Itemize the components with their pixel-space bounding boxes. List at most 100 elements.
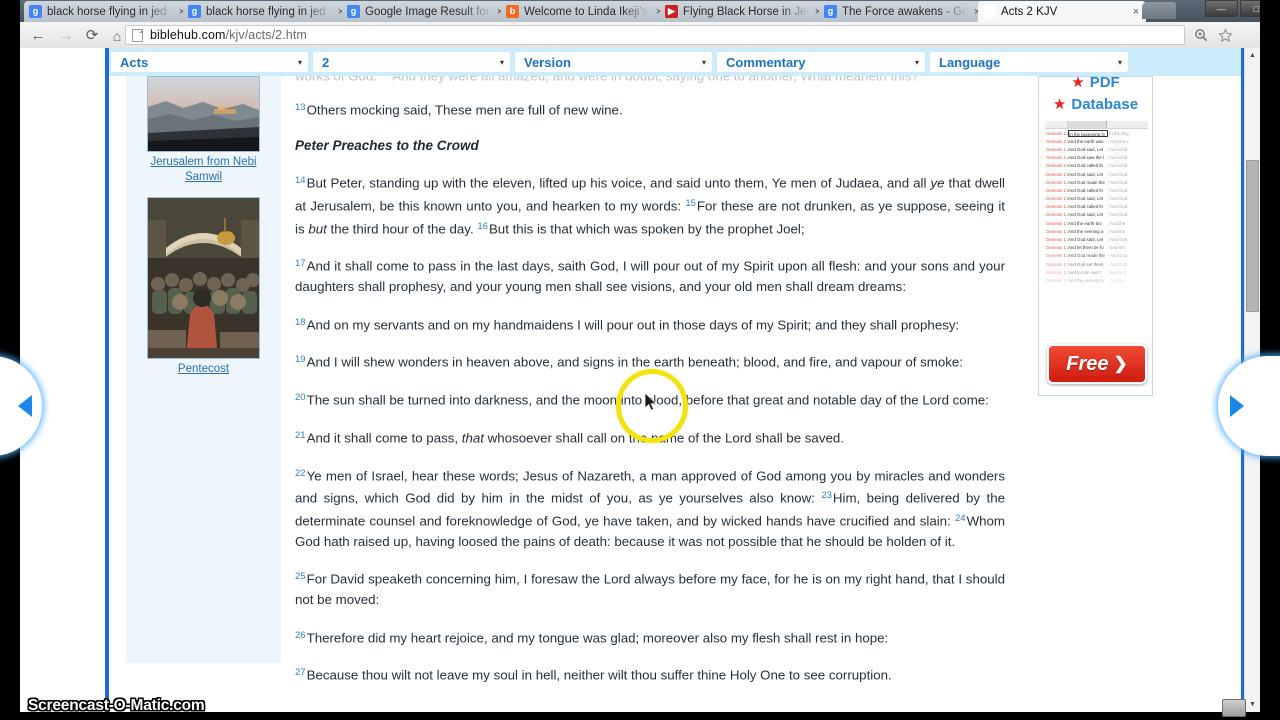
spreadsheet-preview: Genesis 1:1 In the beginning G In the beg G… (1045, 121, 1148, 301)
verse-italic: but (308, 220, 327, 236)
jerusalem-thumbnail[interactable] (147, 76, 260, 152)
browser-tab-3[interactable]: g Google Image Result for × (342, 1, 510, 22)
verse-number: 23 (821, 490, 832, 502)
spreadsheet-other: And God (1110, 146, 1128, 152)
spreadsheet-ref: Genesis 1:15 (1046, 245, 1068, 251)
verse-body: Therefore did my heart rejoice, and my t… (306, 629, 889, 645)
browser-tab-1[interactable]: g black horse flying in jed × (24, 1, 192, 22)
google-icon: g (347, 5, 360, 18)
commentary-select-label: Commentary (726, 54, 806, 70)
star-outline-icon[interactable] (1216, 26, 1234, 44)
spreadsheet-other: And the (1110, 277, 1126, 283)
sidebar-image-1[interactable]: Jerusalem from Nebi Samwil (146, 76, 261, 185)
book-select-label: Acts (120, 54, 149, 70)
verse-body: And on my servants and on my handmaidens… (306, 316, 960, 332)
spreadsheet-other: And God (1110, 212, 1128, 218)
cross-icon: ✝ (983, 5, 996, 18)
verse-body: And it shall come to pass, (306, 430, 462, 446)
tray-icon[interactable] (1222, 699, 1246, 717)
verse-body: And it shall come to pass in the last da… (295, 258, 1005, 295)
language-select[interactable]: Language ▾ (930, 52, 1128, 72)
spreadsheet-other: And God (1110, 179, 1128, 185)
spreadsheet-kjv: And God said, Let (1068, 237, 1109, 243)
version-select[interactable]: Version ▾ (515, 52, 712, 72)
verse-number: 16 (477, 220, 488, 232)
spreadsheet-ref: Genesis 1:4 (1046, 155, 1068, 161)
new-tab-button[interactable] (1142, 2, 1176, 19)
browser-tab-5[interactable]: ▶ Flying Black Horse in Jer × (660, 1, 828, 22)
tab-title: Acts 2 KJV (1001, 5, 1058, 18)
tab-title: Google Image Result for (365, 5, 490, 18)
spreadsheet-other: and to ru (1110, 269, 1128, 275)
magnifier-icon[interactable] (1192, 26, 1210, 44)
back-button[interactable]: ← (28, 26, 48, 45)
scrollbar-thumb[interactable] (1246, 160, 1259, 312)
verse-italic: that (461, 430, 484, 446)
browser-tab-6[interactable]: g The Force awakens - Goo × (819, 1, 987, 22)
google-icon: g (188, 5, 201, 18)
spreadsheet-other: and let t (1110, 245, 1126, 251)
verse-number: 18 (295, 316, 306, 328)
tab-close-icon[interactable]: × (1130, 6, 1142, 18)
spreadsheet-kjv: In the beginning G (1068, 129, 1108, 137)
verse-body: But Peter, standing up with the eleven, … (306, 175, 931, 191)
tab-strip: g black horse flying in jed × g black ho… (20, 0, 1260, 22)
browser-tab-4[interactable]: b Welcome to Linda Ikeji's × (501, 1, 669, 22)
spreadsheet-row: Genesis 1:19And the evening aAnd the (1045, 276, 1148, 284)
clipped-verse-12: works of God. 12And they were all amazed… (295, 76, 1005, 87)
spreadsheet-other: And God (1110, 261, 1128, 267)
spreadsheet-kjv: And the evening a (1068, 277, 1109, 283)
verse-14-16: 14But Peter, standing up with the eleven… (295, 171, 1005, 239)
google-icon: g (824, 5, 837, 18)
spreadsheet-kjv: And the earth was (1068, 138, 1109, 144)
browser-tab-7-active[interactable]: ✝ Acts 2 KJV × (978, 1, 1146, 22)
sidebar-caption-2[interactable]: Pentecost (141, 362, 266, 377)
free-button[interactable]: Free ❯ (1047, 344, 1147, 384)
spreadsheet-ref: Genesis 1:18 (1046, 269, 1068, 275)
window-controls: — □ ✕ (1205, 0, 1260, 17)
spreadsheet-row: Genesis 1:18And to rule over tand to ru (1045, 268, 1148, 276)
scroll-down-arrow-icon[interactable]: ▼ (1245, 697, 1260, 712)
commentary-select[interactable]: Commentary ▾ (717, 52, 925, 72)
maximize-button[interactable]: □ (1239, 0, 1260, 17)
spreadsheet-row: Genesis 1:4 And God saw the l And God (1045, 154, 1148, 162)
spreadsheet-row: Genesis 1:8 And God called th And God (1045, 186, 1148, 194)
advertisement-panel[interactable]: ★ PDF ★ Database Genesis 1:1 In the begin… (1038, 76, 1153, 396)
browser-tab-2[interactable]: g black horse flying in jed × (183, 1, 351, 22)
spreadsheet-kjv: And God made the (1068, 253, 1109, 259)
spreadsheet-ref: Genesis 1:3 (1046, 146, 1068, 152)
book-select[interactable]: Acts ▾ (111, 52, 308, 72)
spreadsheet-row: Genesis 1:10And God called thAnd God (1045, 203, 1148, 211)
chapter-select[interactable]: 2 ▾ (313, 52, 510, 72)
sidebar-image-2[interactable]: Pentecost (146, 197, 261, 377)
spreadsheet-row: Genesis 1:17And God set themAnd God (1045, 260, 1148, 268)
language-select-label: Language (939, 54, 1001, 70)
home-button[interactable]: ⌂ (107, 26, 127, 45)
verse-number: 25 (295, 571, 306, 583)
spreadsheet-row: Genesis 1:3 And God said, Let And God (1045, 145, 1148, 153)
spreadsheet-ref: Genesis 1:2 (1046, 138, 1068, 144)
scroll-up-arrow-icon[interactable]: ▲ (1245, 48, 1260, 63)
spreadsheet-ref: Genesis 1:8 (1046, 187, 1068, 193)
spreadsheet-row: Genesis 1:15And let them be foand let t (1045, 244, 1148, 252)
star-icon: ★ (1071, 76, 1085, 91)
spreadsheet-row: Genesis 1:13And the evening aAnd the (1045, 227, 1148, 235)
verse-italic: ye (930, 175, 945, 191)
verse-number: 20 (295, 392, 306, 404)
forward-button[interactable]: → (56, 26, 76, 45)
hamburger-menu-icon[interactable] (1240, 26, 1254, 44)
chapter-selector-bar: Acts ▾ 2 ▾ Version ▾ Commentary ▾ Langua… (109, 48, 1241, 76)
spreadsheet-kjv: And God set them (1068, 261, 1109, 267)
tab-title: Flying Black Horse in Jer (683, 5, 809, 18)
minimize-button[interactable]: — (1205, 0, 1238, 17)
pentecost-thumbnail[interactable] (147, 197, 260, 359)
reload-button[interactable]: ⟳ (82, 26, 102, 45)
verse-body-cont: the third hour of the day. (326, 220, 478, 236)
verse-number: 27 (295, 667, 306, 679)
spreadsheet-other: And God (1110, 155, 1128, 161)
free-button-label: Free (1066, 352, 1109, 375)
spreadsheet-kjv: And let them be fo (1068, 245, 1109, 251)
address-bar[interactable]: biblehub.com/kjv/acts/2.htm (125, 25, 1185, 45)
url-domain: biblehub.com (150, 28, 226, 42)
sidebar-caption-1[interactable]: Jerusalem from Nebi Samwil (141, 155, 266, 185)
